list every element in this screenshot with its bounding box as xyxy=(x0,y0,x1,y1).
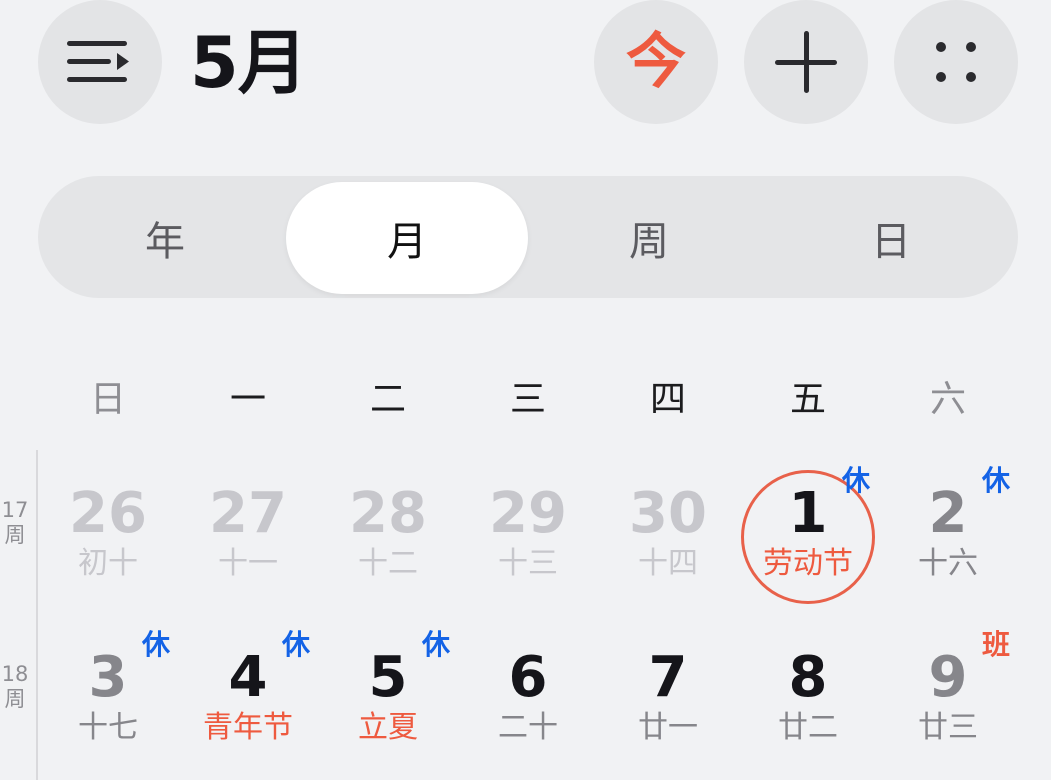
today-label: 今 xyxy=(626,27,686,97)
day-cell-may-7[interactable]: 7 廿一 xyxy=(598,624,738,774)
day-number: 30 xyxy=(629,481,707,546)
lunar-date: 十六 xyxy=(918,546,978,581)
day-number: 26 xyxy=(69,481,147,546)
weekday-sun: 日 xyxy=(89,379,126,420)
lunar-date: 二十 xyxy=(498,710,558,745)
day-cell-apr-29[interactable]: 29 十三 xyxy=(458,460,598,610)
week-number-18: 18 周 xyxy=(1,662,29,711)
day-cell-may-3[interactable]: 3 十七 休 xyxy=(38,624,178,774)
workday-badge: 班 xyxy=(982,628,1011,661)
day-cell-may-5[interactable]: 5 立夏 休 xyxy=(318,624,458,774)
day-number: 8 xyxy=(788,645,828,710)
day-number: 27 xyxy=(209,481,287,546)
day-cell-apr-27[interactable]: 27 十一 xyxy=(178,460,318,610)
festival-label: 青年节 xyxy=(203,710,293,745)
lunar-date: 初十 xyxy=(78,546,138,581)
day-cell-may-8[interactable]: 8 廿二 xyxy=(738,624,878,774)
festival-label: 立夏 xyxy=(358,710,418,745)
day-cell-may-4[interactable]: 4 青年节 休 xyxy=(178,624,318,774)
lunar-date: 十二 xyxy=(358,546,418,581)
lunar-date: 廿二 xyxy=(778,710,838,745)
holiday-rest-badge: 休 xyxy=(282,628,311,661)
plus-icon xyxy=(775,31,837,93)
festival-label: 劳动节 xyxy=(763,546,853,581)
lunar-date: 廿三 xyxy=(918,710,978,745)
lunar-date: 廿一 xyxy=(638,710,698,745)
menu-button[interactable] xyxy=(38,0,162,124)
lunar-date: 十一 xyxy=(218,546,278,581)
month-title[interactable]: 5月 xyxy=(190,18,308,108)
day-number: 7 xyxy=(648,645,688,710)
holiday-rest-badge: 休 xyxy=(842,464,871,497)
weekday-tue: 二 xyxy=(369,379,406,420)
lunar-date: 十四 xyxy=(638,546,698,581)
today-button[interactable]: 今 xyxy=(594,0,718,124)
more-dots-icon xyxy=(936,42,976,82)
tab-day[interactable]: 日 xyxy=(770,182,1012,294)
expand-menu-icon xyxy=(67,41,129,82)
lunar-date: 十七 xyxy=(78,710,138,745)
weekday-mon: 一 xyxy=(229,379,266,420)
tab-month[interactable]: 月 xyxy=(286,182,528,294)
day-cell-may-6[interactable]: 6 二十 xyxy=(458,624,598,774)
tab-year[interactable]: 年 xyxy=(44,182,286,294)
day-number: 29 xyxy=(489,481,567,546)
weekday-wed: 三 xyxy=(509,379,546,420)
day-number: 6 xyxy=(508,645,548,710)
day-cell-may-1[interactable]: 1 劳动节 休 xyxy=(738,460,878,610)
day-cell-apr-28[interactable]: 28 十二 xyxy=(318,460,458,610)
lunar-date: 十三 xyxy=(498,546,558,581)
day-cell-apr-26[interactable]: 26 初十 xyxy=(38,460,178,610)
view-switcher: 年 月 周 日 xyxy=(38,176,1018,298)
week-number-17: 17 周 xyxy=(1,498,29,547)
weekday-thu: 四 xyxy=(649,379,686,420)
day-cell-apr-30[interactable]: 30 十四 xyxy=(598,460,738,610)
day-cell-may-2[interactable]: 2 十六 休 xyxy=(878,460,1018,610)
weekday-fri: 五 xyxy=(789,379,826,420)
holiday-rest-badge: 休 xyxy=(422,628,451,661)
holiday-rest-badge: 休 xyxy=(982,464,1011,497)
day-number: 28 xyxy=(349,481,427,546)
tab-week[interactable]: 周 xyxy=(528,182,770,294)
day-cell-may-9[interactable]: 9 廿三 班 xyxy=(878,624,1018,774)
add-event-button[interactable] xyxy=(744,0,868,124)
more-options-button[interactable] xyxy=(894,0,1018,124)
holiday-rest-badge: 休 xyxy=(142,628,171,661)
weekday-sat: 六 xyxy=(929,379,966,420)
